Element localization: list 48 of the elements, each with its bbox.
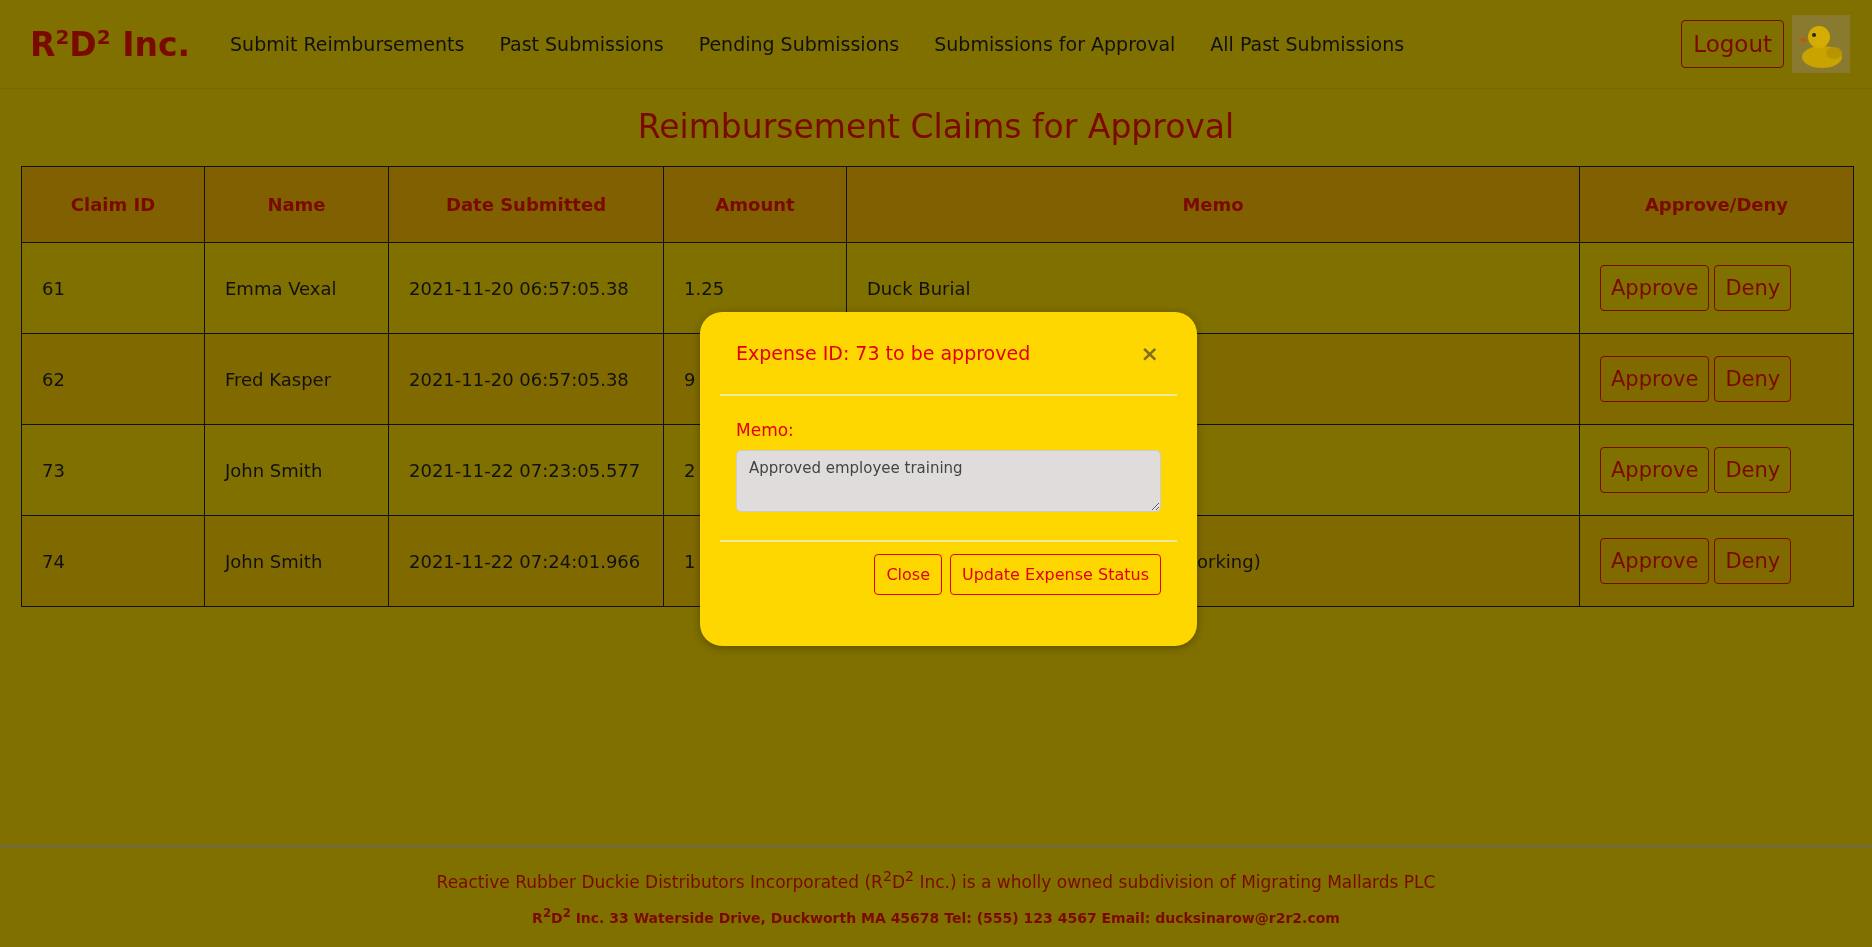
- deny-button[interactable]: Deny: [1714, 538, 1792, 584]
- nav-link[interactable]: All Past Submissions: [1210, 33, 1405, 55]
- update-status-button[interactable]: Update Expense Status: [950, 554, 1161, 595]
- claim-id-cell: 73: [42, 459, 65, 481]
- claim-id-cell: 74: [42, 550, 65, 572]
- footer-contact: R$^{2}$D$^{2}$ Inc. 33 Waterside Drive, Duckworth MA 45678 Tel: (555) 123 4567 Email: ducksinarow@r2r2.com: [532, 906, 1340, 926]
- date-cell: 2021-11-20 06:57:05.38: [409, 277, 629, 299]
- memo-cell-text: orking): [1196, 550, 1261, 572]
- column-header: Amount: [663, 166, 847, 243]
- memo-cell: Duck Burial: [867, 277, 971, 299]
- date-cell: 2021-11-22 07:24:01.966: [409, 550, 641, 572]
- column-header: Date Submitted: [388, 166, 664, 243]
- deny-button[interactable]: Deny: [1714, 265, 1792, 311]
- claim-id-cell: 62: [42, 368, 65, 390]
- nav-link[interactable]: Submit Reimbursements: [230, 33, 465, 55]
- close-button[interactable]: ×: [1138, 340, 1161, 366]
- memo-field[interactable]: Approved employee training: [736, 450, 1161, 512]
- amount-cell: 1: [684, 550, 696, 572]
- name-cell: John Smith: [225, 459, 323, 481]
- name-cell: John Smith: [225, 550, 323, 572]
- column-header: Approve/Deny: [1579, 166, 1854, 243]
- logout-button[interactable]: Logout: [1681, 20, 1784, 68]
- nav-link[interactable]: Pending Submissions: [698, 33, 900, 55]
- nav-link[interactable]: Submissions for Approval: [934, 33, 1176, 55]
- deny-button[interactable]: Deny: [1714, 447, 1792, 493]
- approve-button[interactable]: Approve: [1600, 538, 1710, 584]
- approve-button[interactable]: Approve: [1600, 356, 1710, 402]
- logo: R$^{2}$D$^{2}$ Inc.: [30, 24, 191, 64]
- approve-button[interactable]: Approve: [1600, 265, 1710, 311]
- claim-id-cell: 61: [42, 277, 65, 299]
- column-header: Name: [204, 166, 389, 243]
- deny-button[interactable]: Deny: [1714, 356, 1792, 402]
- name-cell: Emma Vexal: [225, 277, 337, 299]
- column-header: Memo: [846, 166, 1580, 243]
- close-dialog-button[interactable]: Close: [874, 554, 942, 595]
- date-cell: 2021-11-22 07:23:05.577: [409, 459, 641, 481]
- amount-cell: 2: [684, 459, 696, 481]
- amount-cell: 9: [684, 368, 696, 390]
- footer-text: Reactive Rubber Duckie Distributors Incorporated (R$^{2}$D$^{2}$ Inc.) is a wholly owned subdivision of Migrating Mallards PLC: [436, 868, 1436, 892]
- name-cell: Fred Kasper: [225, 368, 332, 390]
- approve-button[interactable]: Approve: [1600, 447, 1710, 493]
- date-cell: 2021-11-20 06:57:05.38: [409, 368, 629, 390]
- nav-link[interactable]: Past Submissions: [499, 33, 664, 55]
- memo-label: Memo:: [736, 420, 795, 440]
- column-header: Claim ID: [21, 166, 205, 243]
- amount-cell: 1.25: [684, 277, 725, 299]
- dialog-title: Expense ID: 73 to be approved: [736, 342, 1031, 364]
- page-title: Reimbursement Claims for Approval: [636, 107, 1236, 146]
